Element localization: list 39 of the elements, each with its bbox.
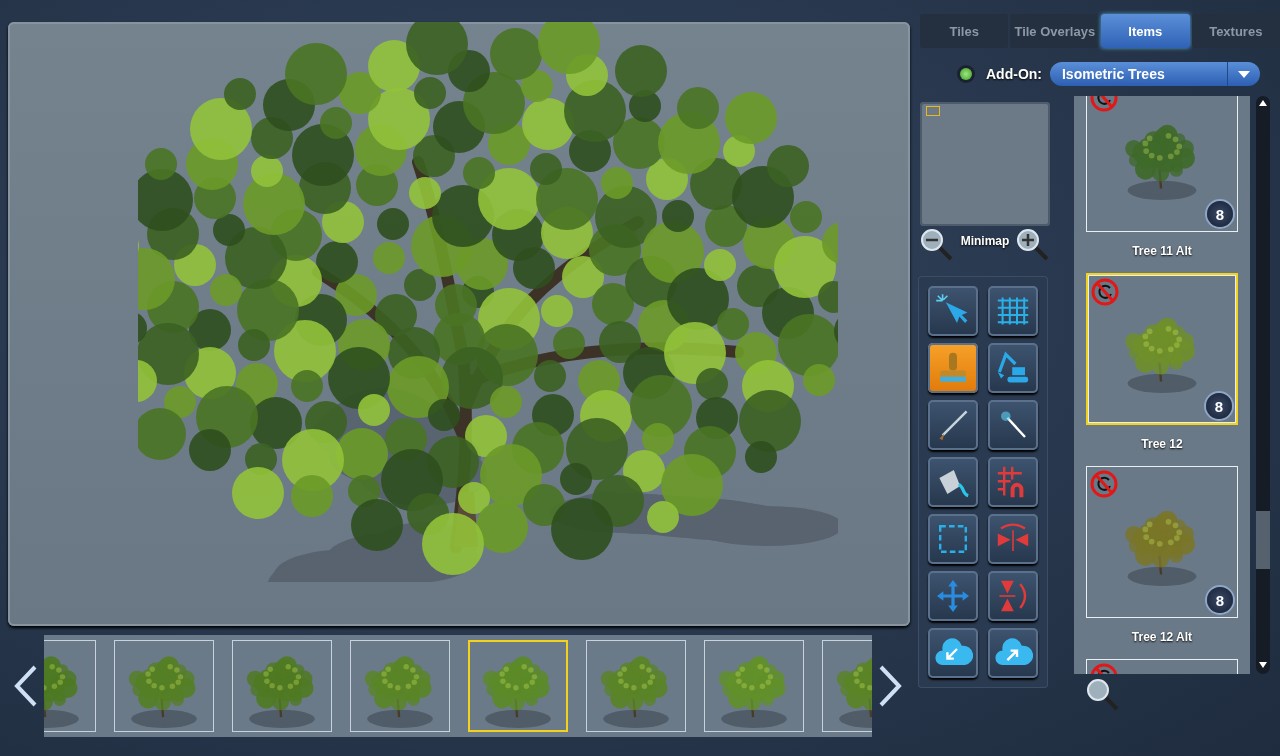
flip-horizontal-tool-button[interactable] xyxy=(988,514,1038,564)
caret-icon xyxy=(1238,70,1250,78)
tab[interactable]: Tiles xyxy=(920,14,1009,48)
flip-vertical-tool-button[interactable] xyxy=(988,571,1038,621)
grid-tool-button[interactable] xyxy=(988,286,1038,336)
item-tile[interactable]: 8 xyxy=(1086,96,1238,232)
no-rotate-icon xyxy=(1089,469,1119,499)
zoom-in-icon[interactable] xyxy=(1016,228,1050,262)
count-badge: 8 xyxy=(1207,587,1233,613)
count-badge: 8 xyxy=(1207,201,1233,227)
item-name: Tree 12 xyxy=(1141,437,1183,451)
magic-wand-tool-button[interactable] xyxy=(988,400,1038,450)
tile-fence-tool-button[interactable] xyxy=(988,457,1038,507)
minimap-label: Minimap xyxy=(960,234,1010,248)
pointer-tool-button[interactable] xyxy=(928,286,978,336)
excavator-tool-button[interactable] xyxy=(988,343,1038,393)
viewport-marker[interactable] xyxy=(926,106,940,116)
tab[interactable]: Items xyxy=(1101,14,1190,48)
paint-bucket-tool-button[interactable] xyxy=(928,457,978,507)
scrollbar-thumb[interactable] xyxy=(1256,511,1270,569)
tab[interactable]: Textures xyxy=(1191,14,1280,48)
stamp-tool-button[interactable] xyxy=(928,343,978,393)
item-name: Tree 11 Alt xyxy=(1132,244,1192,258)
search-icon[interactable] xyxy=(1086,678,1120,712)
selection-tool-button[interactable] xyxy=(928,514,978,564)
tab[interactable]: Tile Overlays xyxy=(1010,14,1100,48)
no-rotate-icon xyxy=(1090,277,1120,307)
scrollbar[interactable] xyxy=(1256,96,1270,674)
zoom-out-icon[interactable] xyxy=(920,228,954,262)
item-tile[interactable]: 8 xyxy=(1086,273,1238,425)
cloud-import-tool-button[interactable] xyxy=(928,628,978,678)
item-tile[interactable]: 8 xyxy=(1086,466,1238,618)
item-name: Tree 12 Alt xyxy=(1131,630,1193,644)
move-tool-button[interactable] xyxy=(928,571,978,621)
brush-tool-button[interactable] xyxy=(928,400,978,450)
addon-label: Add-On: xyxy=(986,66,1042,82)
addon-dropdown[interactable]: Isometric Trees xyxy=(1050,62,1260,86)
count-badge: 8 xyxy=(1206,393,1232,419)
cloud-export-tool-button[interactable] xyxy=(988,628,1038,678)
